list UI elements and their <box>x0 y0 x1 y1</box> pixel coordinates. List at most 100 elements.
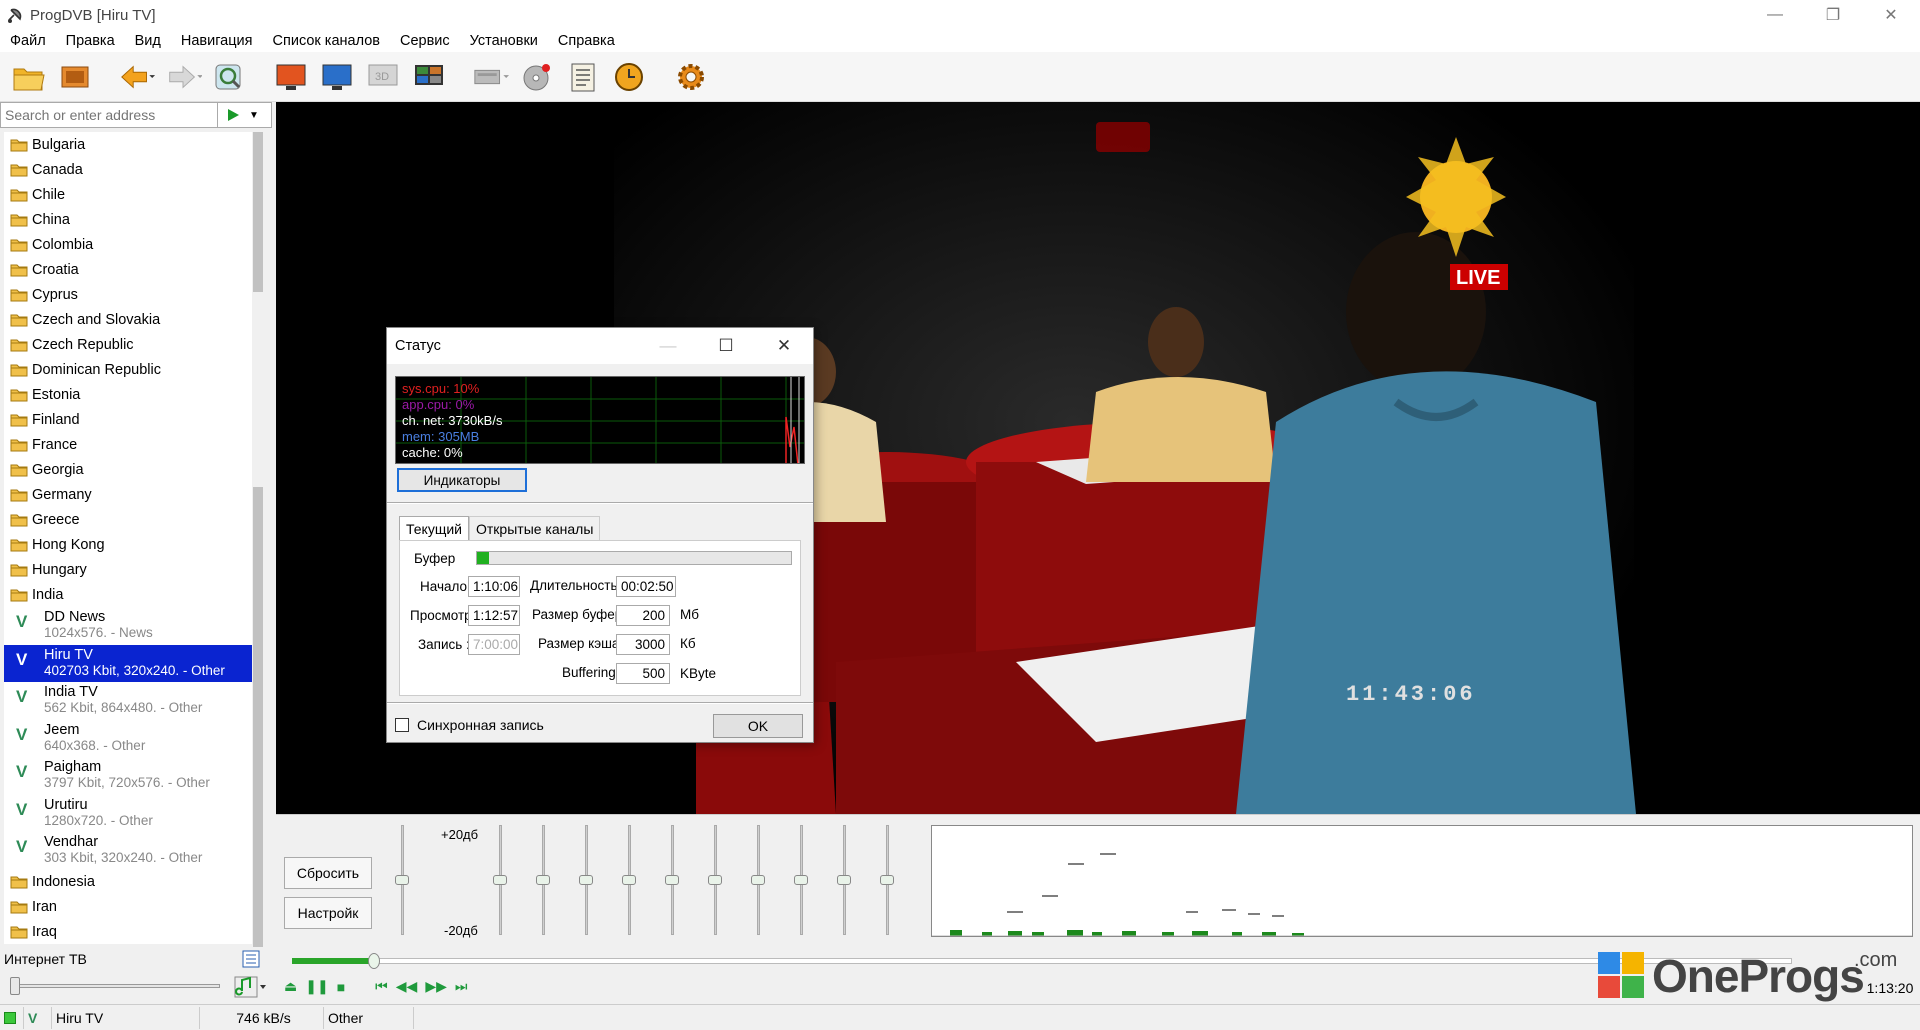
eq-band-slider[interactable] <box>751 825 765 941</box>
eq-band-slider[interactable] <box>493 825 507 941</box>
eq-band-slider[interactable] <box>794 825 808 941</box>
channel-item[interactable]: V DD News 1024x576. - News <box>4 607 252 645</box>
view-field[interactable]: 1:12:57 <box>468 605 520 626</box>
settings-gear-icon[interactable] <box>672 58 710 96</box>
ok-button[interactable]: OK <box>713 714 803 738</box>
tree-folder-item[interactable]: Iraq <box>4 920 252 945</box>
tree-folder-item[interactable]: Greece <box>4 507 252 532</box>
tree-folder-item[interactable]: Bulgaria <box>4 132 252 157</box>
tree-folder-item[interactable]: Finland <box>4 407 252 432</box>
menu-edit[interactable]: Правка <box>66 33 115 49</box>
tree-folder-item[interactable]: Dominican Republic <box>4 357 252 382</box>
rewind-icon[interactable]: ◀◀ <box>396 978 418 995</box>
forward-arrow-icon[interactable] <box>164 58 202 96</box>
buffering-field[interactable]: 500 <box>616 663 670 684</box>
tree-folder-item[interactable]: Indonesia <box>4 870 252 895</box>
menu-settings[interactable]: Установки <box>470 33 538 49</box>
dialog-close-button[interactable]: ✕ <box>755 328 813 364</box>
channel-item[interactable]: V Urutiru 1280x720. - Other <box>4 795 252 833</box>
indicators-button[interactable]: Индикаторы <box>397 468 527 492</box>
recordings-icon[interactable] <box>56 58 94 96</box>
eq-band-slider[interactable] <box>536 825 550 941</box>
tree-folder-item[interactable]: Hungary <box>4 557 252 582</box>
tree-folder-item[interactable]: Colombia <box>4 232 252 257</box>
eq-band-slider[interactable] <box>708 825 722 941</box>
open-folder-icon[interactable] <box>10 58 48 96</box>
cache-size-field[interactable]: 3000 <box>616 634 670 655</box>
menu-service[interactable]: Сервис <box>400 33 450 49</box>
eq-band-slider[interactable] <box>579 825 593 941</box>
disc-icon[interactable] <box>518 58 556 96</box>
volume-track[interactable] <box>14 984 220 988</box>
group-label: Интернет ТВ <box>4 951 87 967</box>
device-icon[interactable] <box>472 58 510 96</box>
tree-folder-item[interactable]: France <box>4 432 252 457</box>
seek-track[interactable] <box>292 958 1792 964</box>
tree-folder-item[interactable]: Czech and Slovakia <box>4 307 252 332</box>
notes-icon[interactable] <box>564 58 602 96</box>
channel-item[interactable]: V Paigham 3797 Kbit, 720x576. - Other <box>4 757 252 795</box>
tree-folder-item[interactable]: Canada <box>4 157 252 182</box>
multi-view-icon[interactable] <box>410 58 448 96</box>
audio-track-icon[interactable] <box>234 976 268 998</box>
search-channel-icon[interactable] <box>210 58 248 96</box>
monitor-icon[interactable] <box>318 58 356 96</box>
buffer-size-field[interactable]: 200 <box>616 605 670 626</box>
channel-item[interactable]: V Jeem 640x368. - Other <box>4 720 252 758</box>
tree-folder-item[interactable]: Hong Kong <box>4 532 252 557</box>
tree-folder-item[interactable]: India <box>4 582 252 607</box>
eject-icon[interactable]: ⏏ <box>284 978 297 995</box>
channel-item[interactable]: V Hiru TV 402703 Kbit, 320x240. - Other <box>4 644 252 682</box>
tree-folder-item[interactable]: Chile <box>4 182 252 207</box>
scheduler-clock-icon[interactable] <box>610 58 648 96</box>
skip-forward-icon[interactable]: ⏭ <box>455 978 468 995</box>
menu-navigation[interactable]: Навигация <box>181 33 253 49</box>
tab-open-channels[interactable]: Открытые каналы <box>469 516 601 540</box>
restore-button[interactable]: ❐ <box>1804 0 1862 30</box>
volume-knob[interactable] <box>10 977 20 995</box>
go-button[interactable] <box>217 103 247 127</box>
address-input[interactable] <box>1 104 217 126</box>
reset-button[interactable]: Сбросить <box>284 857 372 889</box>
menu-file[interactable]: Файл <box>10 33 46 49</box>
3d-icon[interactable]: 3D <box>364 58 402 96</box>
menu-help[interactable]: Справка <box>558 33 615 49</box>
tree-folder-item[interactable]: Iran <box>4 895 252 920</box>
tree-folder-item[interactable]: Czech Republic <box>4 332 252 357</box>
mem-label: mem: 305MB <box>402 429 480 444</box>
eq-band-slider[interactable] <box>665 825 679 941</box>
eq-preamp-slider[interactable] <box>395 825 409 941</box>
tree-folder-item[interactable]: Germany <box>4 482 252 507</box>
seek-knob[interactable] <box>368 953 380 969</box>
minimize-button[interactable]: — <box>1746 0 1804 30</box>
eq-band-slider[interactable] <box>622 825 636 941</box>
dialog-minimize-button[interactable]: — <box>639 328 697 364</box>
tree-scrollbar[interactable] <box>252 132 264 947</box>
channel-item[interactable]: V Vendhar 303 Kbit, 320x240. - Other <box>4 832 252 870</box>
tree-folder-item[interactable]: Croatia <box>4 257 252 282</box>
close-button[interactable]: ✕ <box>1862 0 1920 30</box>
eq-band-slider[interactable] <box>880 825 894 941</box>
fast-forward-icon[interactable]: ▶▶ <box>425 978 447 995</box>
pause-icon[interactable]: ❚❚ <box>305 978 328 995</box>
eq-band-slider[interactable] <box>837 825 851 941</box>
duration-field[interactable]: 00:02:50 <box>616 576 676 597</box>
address-dropdown-icon[interactable]: ▼ <box>247 110 261 121</box>
channel-item[interactable]: V India TV 562 Kbit, 864x480. - Other <box>4 682 252 720</box>
start-field[interactable]: 1:10:06 <box>468 576 520 597</box>
tree-folder-item[interactable]: Estonia <box>4 382 252 407</box>
dialog-maximize-button[interactable]: ☐ <box>697 328 755 364</box>
tree-folder-item[interactable]: China <box>4 207 252 232</box>
setup-button[interactable]: Настройк <box>284 897 372 929</box>
stop-icon[interactable]: ■ <box>337 979 345 995</box>
sync-record-checkbox[interactable]: Синхронная запись <box>395 717 544 733</box>
back-arrow-icon[interactable] <box>118 58 156 96</box>
menu-channel-list[interactable]: Список каналов <box>273 33 380 49</box>
tree-folder-item[interactable]: Georgia <box>4 457 252 482</box>
skip-back-icon[interactable]: ⏮ <box>375 978 388 995</box>
menu-view[interactable]: Вид <box>135 33 161 49</box>
display-icon[interactable] <box>272 58 310 96</box>
tree-folder-item[interactable]: Cyprus <box>4 282 252 307</box>
list-view-icon[interactable] <box>242 950 260 968</box>
tab-current[interactable]: Текущий <box>399 516 469 540</box>
